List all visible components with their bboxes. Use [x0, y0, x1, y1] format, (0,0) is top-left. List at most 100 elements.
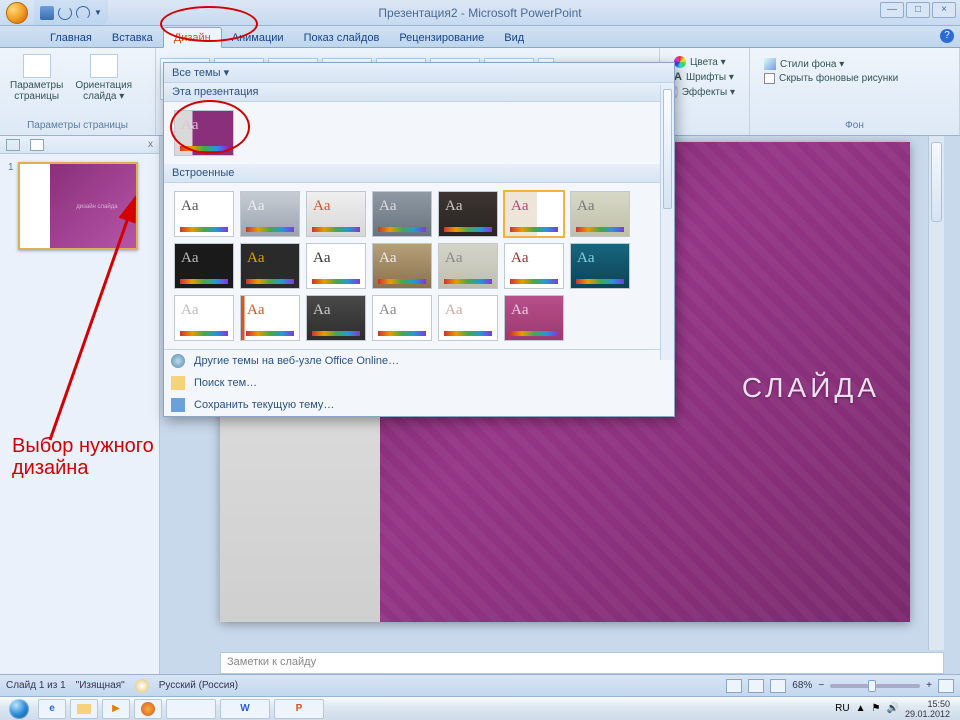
undo-icon[interactable] [58, 6, 72, 20]
tray-volume-icon[interactable]: 🔊 [887, 703, 899, 714]
tray-flag-icon[interactable]: ▲ [856, 703, 866, 714]
notes-pane[interactable]: Заметки к слайду [220, 652, 944, 674]
taskbar-app-1[interactable] [166, 699, 216, 719]
redo-icon[interactable] [76, 6, 90, 20]
taskbar-powerpoint-icon[interactable]: P [274, 699, 324, 719]
group-page-setup-label: Параметры страницы [8, 118, 147, 131]
zoom-value: 68% [792, 680, 812, 691]
taskbar-media-icon[interactable]: ▶ [102, 699, 130, 719]
outline-tab-icon[interactable] [6, 139, 20, 151]
office-button[interactable] [0, 0, 34, 26]
slide-panel: x 1 дизайн слайда [0, 136, 160, 674]
status-theme-name: "Изящная" [76, 680, 125, 691]
theme-thumb-13[interactable]: Aa [570, 243, 630, 289]
theme-thumb-5[interactable]: Aa [504, 191, 564, 237]
themes-dropdown-gallery: Все темы ▾ Эта презентация Aa Встроенные… [163, 62, 675, 417]
theme-thumb-11[interactable]: Aa [438, 243, 498, 289]
taskbar-firefox-icon[interactable] [134, 699, 162, 719]
theme-effects-button[interactable]: Эффекты ▾ [674, 86, 735, 98]
theme-fonts-button[interactable]: AШрифты ▾ [674, 71, 735, 83]
tray-lang[interactable]: RU [835, 703, 849, 714]
minimize-button[interactable]: — [880, 2, 904, 18]
start-button[interactable] [4, 698, 34, 720]
save-icon[interactable] [40, 6, 54, 20]
group-background-label: Фон [758, 118, 951, 131]
slide-thumb-number: 1 [8, 162, 14, 250]
theme-colors-button[interactable]: Цвета ▾ [674, 56, 735, 68]
theme-thumb-4[interactable]: Aa [438, 191, 498, 237]
theme-thumb-8[interactable]: Aa [240, 243, 300, 289]
tab-slideshow[interactable]: Показ слайдов [294, 28, 390, 47]
tab-animations[interactable]: Анимации [222, 28, 294, 47]
spellcheck-icon[interactable] [135, 679, 149, 693]
theme-thumb-2[interactable]: Aa [306, 191, 366, 237]
close-panel-button[interactable]: x [148, 139, 153, 150]
close-button[interactable]: × [932, 2, 956, 18]
more-themes-online[interactable]: Другие темы на веб-узле Office Online… [164, 350, 674, 372]
taskbar-explorer-icon[interactable] [70, 699, 98, 719]
gallery-builtin-header: Встроенные [164, 164, 674, 183]
tab-review[interactable]: Рецензирование [389, 28, 494, 47]
background-styles-button[interactable]: Стили фона ▾ [764, 58, 945, 70]
theme-thumb-1[interactable]: Aa [240, 191, 300, 237]
theme-thumb-6[interactable]: Aa [570, 191, 630, 237]
tab-home[interactable]: Главная [40, 28, 102, 47]
slide-thumbnail[interactable]: дизайн слайда [18, 162, 138, 250]
taskbar-word-icon[interactable]: W [220, 699, 270, 719]
browse-themes[interactable]: Поиск тем… [164, 372, 674, 394]
theme-thumb-current[interactable]: Aa [174, 110, 234, 156]
slides-tab-icon[interactable] [30, 139, 44, 151]
theme-thumb-3[interactable]: Aa [372, 191, 432, 237]
status-bar: Слайд 1 из 1 "Изящная" Русский (Россия) … [0, 674, 960, 696]
quick-access-toolbar: ▼ [34, 0, 108, 25]
tab-insert[interactable]: Вставка [102, 28, 163, 47]
gallery-all-themes-header[interactable]: Все темы ▾ [164, 63, 674, 83]
tray-clock[interactable]: 15:50 29.01.2012 [905, 699, 950, 719]
slideshow-view-button[interactable] [770, 679, 786, 693]
zoom-in-button[interactable]: + [926, 680, 932, 691]
bg-styles-icon [764, 58, 776, 70]
taskbar: e ▶ W P RU ▲ ⚑ 🔊 15:50 29.01.2012 [0, 696, 960, 720]
folder-icon [171, 376, 185, 390]
hide-background-checkbox[interactable]: Скрыть фоновые рисунки [764, 73, 945, 84]
theme-thumb-9[interactable]: Aa [306, 243, 366, 289]
status-language[interactable]: Русский (Россия) [159, 680, 238, 691]
help-icon[interactable]: ? [940, 29, 954, 43]
sorter-view-button[interactable] [748, 679, 764, 693]
app-title: Презентация2 - Microsoft PowerPoint [378, 6, 581, 20]
save-theme-icon [171, 398, 185, 412]
page-setup-button[interactable]: Параметры страницы [8, 52, 65, 104]
checkbox-icon [764, 73, 775, 84]
gallery-this-presentation-header: Эта презентация [164, 83, 674, 102]
annotation-text: Выбор нужного дизайна [12, 435, 154, 479]
zoom-slider[interactable] [830, 684, 920, 688]
tab-view[interactable]: Вид [494, 28, 534, 47]
save-current-theme[interactable]: Сохранить текущую тему… [164, 394, 674, 416]
normal-view-button[interactable] [726, 679, 742, 693]
theme-thumb-18[interactable]: Aa [438, 295, 498, 341]
theme-thumb-7[interactable]: Aa [174, 243, 234, 289]
zoom-out-button[interactable]: − [818, 680, 824, 691]
page-setup-icon [23, 54, 51, 78]
gallery-scrollbar[interactable] [660, 85, 674, 360]
orientation-icon [90, 54, 118, 78]
qat-dropdown-icon[interactable]: ▼ [94, 8, 102, 17]
theme-thumb-0[interactable]: Aa [174, 191, 234, 237]
theme-thumb-15[interactable]: Aa [240, 295, 300, 341]
globe-icon [171, 354, 185, 368]
slide-orientation-button[interactable]: Ориентация слайда ▾ [73, 52, 134, 104]
tab-design[interactable]: Дизайн [163, 27, 222, 48]
theme-thumb-17[interactable]: Aa [372, 295, 432, 341]
theme-thumb-19[interactable]: Aa [504, 295, 564, 341]
status-slide-count: Слайд 1 из 1 [6, 680, 66, 691]
fit-window-button[interactable] [938, 679, 954, 693]
taskbar-ie-icon[interactable]: e [38, 699, 66, 719]
maximize-button[interactable]: □ [906, 2, 930, 18]
theme-thumb-10[interactable]: Aa [372, 243, 432, 289]
tray-network-icon[interactable]: ⚑ [872, 703, 881, 714]
slide-title-text: СЛАЙДА [742, 372, 880, 404]
theme-thumb-16[interactable]: Aa [306, 295, 366, 341]
theme-thumb-12[interactable]: Aa [504, 243, 564, 289]
vertical-scrollbar[interactable] [928, 136, 944, 650]
theme-thumb-14[interactable]: Aa [174, 295, 234, 341]
